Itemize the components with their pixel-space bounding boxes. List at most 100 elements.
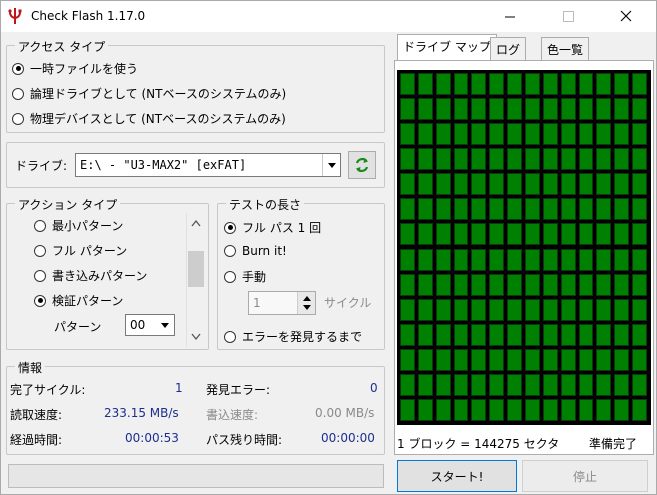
drive-map-block xyxy=(507,198,522,221)
drive-map-block xyxy=(596,373,612,396)
action-option-minimal[interactable]: 最小パターン xyxy=(34,217,123,234)
drive-map-block xyxy=(542,98,558,121)
radio-button[interactable] xyxy=(12,62,24,75)
drive-map-block xyxy=(560,398,576,421)
drive-map-block xyxy=(400,398,415,421)
tab-drive-map[interactable]: ドライブ マップ xyxy=(397,34,497,61)
start-button[interactable]: スタート! xyxy=(397,460,517,492)
drive-map-block xyxy=(471,223,487,246)
drive-map-block xyxy=(542,248,558,271)
radio-button[interactable] xyxy=(224,330,236,343)
drive-map-block xyxy=(560,273,576,296)
drive-map-block xyxy=(542,123,558,146)
drive-map-block xyxy=(525,123,540,146)
drive-map-block xyxy=(435,323,451,346)
access-option-physical-device[interactable]: 物理デバイスとして (NTベースのシステムのみ) xyxy=(12,110,286,127)
radio-button[interactable] xyxy=(224,245,236,257)
drive-map-block xyxy=(489,198,505,221)
drive-map xyxy=(397,70,651,425)
drive-map-block xyxy=(417,123,433,146)
drive-map-block xyxy=(542,173,558,196)
action-option-full[interactable]: フル パターン xyxy=(34,242,127,259)
radio-button[interactable] xyxy=(34,219,46,232)
access-option-logical-drive[interactable]: 論理ドライブとして (NTベースのシステムのみ) xyxy=(12,85,286,102)
drive-map-block xyxy=(596,223,612,246)
info-legend: 情報 xyxy=(15,359,46,376)
radio-button[interactable] xyxy=(34,244,46,257)
length-option-burn-it[interactable]: Burn it! xyxy=(224,244,287,258)
drive-select[interactable]: E:\ - "U3-MAX2" [exFAT] xyxy=(75,153,341,177)
drive-map-block xyxy=(525,398,540,421)
length-option-full-pass[interactable]: フル パス 1 回 xyxy=(224,219,321,236)
drive-map-block xyxy=(471,198,487,221)
drive-map-block xyxy=(400,223,415,246)
drive-map-block xyxy=(507,348,522,371)
drive-map-block xyxy=(471,348,487,371)
radio-button[interactable] xyxy=(12,87,24,100)
elapsed-time-label: 経過時間: xyxy=(10,433,63,447)
minimize-button[interactable] xyxy=(487,1,533,32)
length-option-until-error[interactable]: エラーを発見するまで xyxy=(224,328,362,345)
tab-color-list[interactable]: 色一覧 xyxy=(541,37,590,60)
drive-map-block xyxy=(453,123,469,146)
drive-map-block xyxy=(596,298,612,321)
action-option-verify[interactable]: 検証パターン xyxy=(34,292,123,309)
scroll-thumb[interactable] xyxy=(188,251,204,287)
drive-map-block xyxy=(525,273,540,296)
action-scrollbar[interactable] xyxy=(186,213,204,347)
drive-map-block xyxy=(507,398,522,421)
drive-map-block xyxy=(632,73,647,96)
action-option-write[interactable]: 書き込みパターン xyxy=(34,267,147,284)
close-button[interactable] xyxy=(603,1,649,32)
drive-map-block xyxy=(632,273,647,296)
pattern-select[interactable]: 00 xyxy=(125,314,175,336)
pattern-label: パターン xyxy=(54,320,102,334)
drive-map-block xyxy=(578,273,594,296)
drive-map-block xyxy=(614,398,630,421)
drive-map-block xyxy=(435,148,451,171)
drive-map-block xyxy=(453,273,469,296)
elapsed-time-value: 00:00:53 xyxy=(125,431,179,445)
drive-map-block xyxy=(614,123,630,146)
drive-map-block xyxy=(400,148,415,171)
drive-map-block xyxy=(417,248,433,271)
drive-map-block xyxy=(453,73,469,96)
radio-button[interactable] xyxy=(224,270,236,283)
radio-button[interactable] xyxy=(12,112,24,125)
refresh-button[interactable] xyxy=(348,151,376,179)
radio-button[interactable] xyxy=(34,294,46,307)
cycles-label: サイクル xyxy=(324,296,372,310)
drive-map-block xyxy=(525,223,540,246)
title-bar: Check Flash 1.17.0 xyxy=(1,1,656,32)
drive-map-block xyxy=(596,148,612,171)
drive-map-block xyxy=(525,298,540,321)
drive-map-block xyxy=(453,98,469,121)
drive-map-block xyxy=(489,348,505,371)
drive-map-block xyxy=(471,148,487,171)
stop-button[interactable]: 停止 xyxy=(522,460,648,492)
drive-map-block xyxy=(614,248,630,271)
drive-map-block xyxy=(614,173,630,196)
drive-map-block xyxy=(632,98,647,121)
drive-map-block xyxy=(614,198,630,221)
length-option-manual[interactable]: 手動 xyxy=(224,268,266,285)
drive-map-block xyxy=(578,248,594,271)
drive-map-block xyxy=(507,173,522,196)
access-option-temp-file[interactable]: 一時ファイルを使う xyxy=(12,60,138,77)
chevron-down-icon[interactable] xyxy=(322,154,340,176)
drive-map-block xyxy=(578,73,594,96)
tab-log[interactable]: ログ xyxy=(490,37,527,60)
access-type-legend: アクセス タイプ xyxy=(15,38,109,55)
radio-button[interactable] xyxy=(224,221,236,234)
drive-map-block xyxy=(578,373,594,396)
radio-button[interactable] xyxy=(34,269,46,282)
drive-map-block xyxy=(417,98,433,121)
drive-map-block xyxy=(596,173,612,196)
cycles-stepper[interactable]: 1 xyxy=(248,291,316,315)
drive-map-block xyxy=(507,373,522,396)
maximize-button[interactable] xyxy=(545,1,591,32)
drive-map-block xyxy=(417,373,433,396)
drive-map-block xyxy=(453,348,469,371)
drive-map-block xyxy=(560,98,576,121)
drive-map-block xyxy=(614,223,630,246)
